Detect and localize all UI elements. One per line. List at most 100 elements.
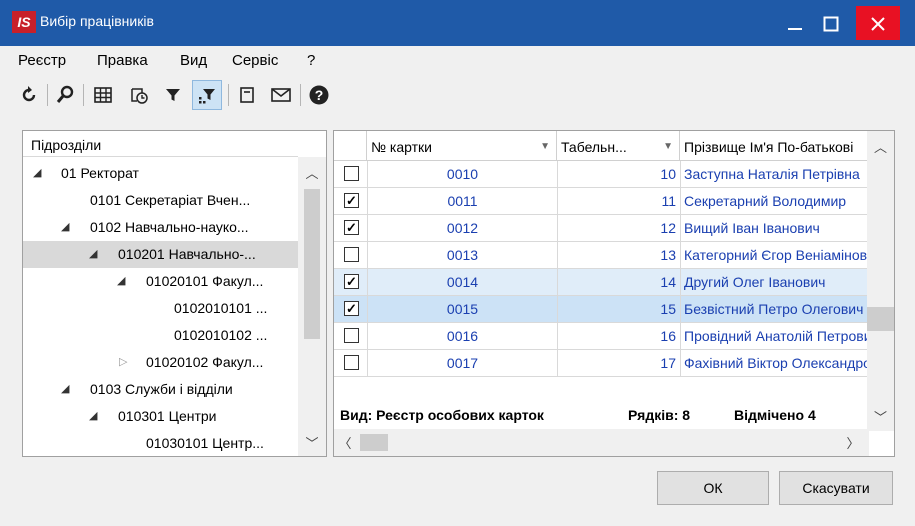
tree-node[interactable]: ◢ 01 Ректорат <box>23 160 298 187</box>
table-row[interactable]: 0016 16 Провідний Анатолій Петрович <box>334 323 869 350</box>
column-header-tab[interactable]: Табельн... ▼ <box>557 131 680 161</box>
menu-service[interactable]: Сервіс <box>232 52 278 69</box>
mail-button[interactable] <box>266 80 296 110</box>
tab-number: 15 <box>557 296 680 323</box>
tree-node-label: 01030101 Центр... <box>146 435 264 451</box>
menu-edit[interactable]: Правка <box>97 52 148 69</box>
minimize-icon <box>788 28 802 31</box>
grid-horizontal-scrollbar[interactable]: 〈 〉 <box>334 429 869 456</box>
tree-expanded-icon[interactable]: ◢ <box>89 241 97 268</box>
tree-expanded-icon[interactable]: ◢ <box>117 268 125 295</box>
row-checkbox-checked[interactable]: ✓ <box>344 274 359 289</box>
tab-number: 13 <box>557 242 680 269</box>
table-row[interactable]: ✓ 0012 12 Вищий Іван Іванович <box>334 215 869 242</box>
tree-node-label: 01 Ректорат <box>61 165 139 181</box>
status-row-count: Рядків: 8 <box>628 407 691 423</box>
card-number: 0017 <box>367 350 557 377</box>
scroll-down-icon[interactable]: ﹀ <box>298 433 326 452</box>
tree-expanded-icon[interactable]: ◢ <box>89 403 97 430</box>
tree-expanded-icon[interactable]: ◢ <box>61 214 69 241</box>
card-number: 0013 <box>367 242 557 269</box>
scroll-down-icon[interactable]: ﹀ <box>867 407 894 426</box>
card-number: 0015 <box>367 296 557 323</box>
tree-node[interactable]: ◢ 010301 Центри <box>23 403 298 430</box>
tree-node[interactable]: ◢ 0103 Служби і відділи <box>23 376 298 403</box>
table-view-button[interactable] <box>88 80 118 110</box>
grid-vertical-scrollbar[interactable]: ︿ ﹀ <box>867 131 894 431</box>
employee-name: Фахівний Віктор Олександрович <box>680 350 869 377</box>
column-header-name[interactable]: Прізвище Ім'я По-батькові <box>680 131 869 161</box>
status-marked-count: Відмічено 4 <box>734 407 816 423</box>
scrollbar-thumb[interactable] <box>360 434 388 451</box>
tree-node[interactable]: ▷ 01020102 Факул... <box>23 349 298 376</box>
row-checkbox-checked[interactable]: ✓ <box>344 301 359 316</box>
minimize-button[interactable] <box>776 6 814 40</box>
row-checkbox-checked[interactable]: ✓ <box>344 193 359 208</box>
close-button[interactable] <box>856 6 900 40</box>
history-icon <box>131 88 148 104</box>
tab-number: 11 <box>557 188 680 215</box>
table-row[interactable]: ✓ 0014 14 Другий Олег Іванович <box>334 269 869 296</box>
tree-node-label: 010301 Центри <box>118 408 217 424</box>
scroll-right-icon[interactable]: 〉 <box>842 433 864 452</box>
scroll-up-icon[interactable]: ︿ <box>867 137 894 156</box>
ok-button[interactable]: ОК <box>657 471 769 505</box>
card-number: 0014 <box>367 269 557 296</box>
column-header-label: Табельн... <box>561 139 627 155</box>
row-checkbox[interactable] <box>344 247 359 262</box>
menu-view[interactable]: Вид <box>180 52 207 69</box>
form-icon <box>240 87 254 103</box>
tree-node[interactable]: 0102010102 ... <box>23 322 298 349</box>
scrollbar-thumb[interactable] <box>867 307 894 331</box>
tree-node[interactable]: 0102010101 ... <box>23 295 298 322</box>
sort-down-icon: ▼ <box>540 141 550 152</box>
tree-expanded-icon[interactable]: ◢ <box>33 160 41 187</box>
tree-node[interactable]: ◢ 01020101 Факул... <box>23 268 298 295</box>
tab-number: 12 <box>557 215 680 242</box>
column-header-label: № картки <box>371 139 432 155</box>
maximize-button[interactable] <box>812 6 850 40</box>
refresh-icon <box>22 86 36 102</box>
tree-expanded-icon[interactable]: ◢ <box>61 376 69 403</box>
tree-header: Підрозділи <box>23 131 298 157</box>
tree-node-label: 0102 Навчально-науко... <box>90 219 249 235</box>
tree-node[interactable]: 0101 Секретаріат Вчен... <box>23 187 298 214</box>
table-row-selected[interactable]: ✓ 0015 15 Безвістний Петро Олегович <box>334 296 869 323</box>
tree-node-selected[interactable]: ◢ 010201 Навчально-... <box>23 241 298 268</box>
row-checkbox[interactable] <box>344 355 359 370</box>
scroll-up-icon[interactable]: ︿ <box>298 163 326 182</box>
tree-collapsed-icon[interactable]: ▷ <box>119 349 127 376</box>
card-number: 0011 <box>367 188 557 215</box>
row-checkbox[interactable] <box>344 328 359 343</box>
tab-number: 17 <box>557 350 680 377</box>
tree-node[interactable]: ◢ 0102 Навчально-науко... <box>23 214 298 241</box>
table-row[interactable]: ✓ 0011 11 Секретарний Володимир <box>334 188 869 215</box>
scrollbar-thumb[interactable] <box>304 189 320 339</box>
column-header-check[interactable] <box>334 131 367 161</box>
tree-node-label: 0102010102 ... <box>174 327 268 343</box>
tree-scrollbar[interactable]: ︿ ﹀ <box>298 157 326 456</box>
refresh-button[interactable] <box>14 80 44 110</box>
table-row[interactable]: 0013 13 Категорний Єгор Веніамінович <box>334 242 869 269</box>
menu-help[interactable]: ? <box>307 52 315 69</box>
filter-button[interactable] <box>158 80 188 110</box>
filter-tree-button[interactable] <box>192 80 222 110</box>
row-checkbox-checked[interactable]: ✓ <box>344 220 359 235</box>
maximize-icon <box>823 16 839 32</box>
employee-name: Категорний Єгор Веніамінович <box>680 242 869 269</box>
scroll-left-icon[interactable]: 〈 <box>334 433 356 452</box>
form-button[interactable] <box>232 80 262 110</box>
menu-registry[interactable]: Реєстр <box>18 52 66 69</box>
tree-node[interactable]: 01030101 Центр... <box>23 430 298 456</box>
help-button[interactable]: ? <box>304 80 334 110</box>
row-checkbox[interactable] <box>344 166 359 181</box>
window-title: Вибір працівників <box>40 13 154 29</box>
column-header-card[interactable]: № картки ▼ <box>367 131 557 161</box>
table-row[interactable]: 0010 10 Заступна Наталія Петрівна <box>334 161 869 188</box>
employee-name: Вищий Іван Іванович <box>680 215 869 242</box>
history-button[interactable] <box>124 80 154 110</box>
table-row[interactable]: 0017 17 Фахівний Віктор Олександрович <box>334 350 869 377</box>
title-bar: IS Вибір працівників <box>0 0 915 46</box>
search-button[interactable] <box>50 80 80 110</box>
cancel-button[interactable]: Скасувати <box>779 471 893 505</box>
